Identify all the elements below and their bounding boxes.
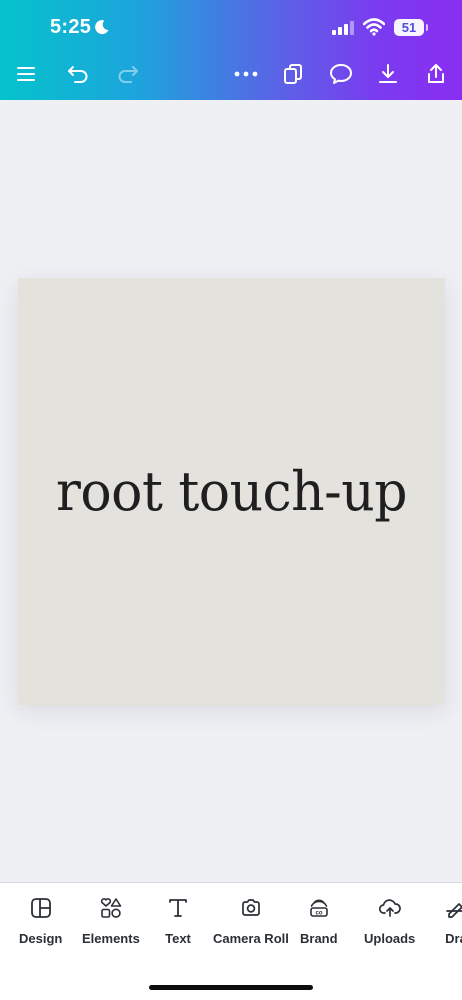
svg-text:co: co (315, 911, 322, 917)
design-page[interactable]: root touch-up (18, 278, 445, 705)
bottom-nav: Design Elements Text Camera Roll co Bran… (0, 882, 462, 1000)
nav-uploads[interactable]: Uploads (364, 895, 415, 955)
nav-draw-label: Dra (445, 931, 462, 946)
draw-icon (443, 895, 462, 921)
app-header: 5:25 51 (0, 0, 462, 100)
more-icon[interactable] (230, 58, 262, 90)
share-icon[interactable] (420, 58, 452, 90)
uploads-icon (377, 895, 403, 921)
nav-camera-roll[interactable]: Camera Roll (213, 895, 289, 955)
canvas-area[interactable]: root touch-up (0, 100, 462, 882)
comment-icon[interactable] (325, 58, 357, 90)
home-indicator (149, 985, 313, 990)
nav-draw[interactable]: Dra (443, 895, 462, 955)
nav-camera-roll-label: Camera Roll (213, 931, 289, 946)
nav-text-label: Text (165, 931, 191, 946)
pages-icon[interactable] (277, 58, 309, 90)
nav-elements[interactable]: Elements (82, 895, 140, 955)
camera-icon (238, 895, 264, 921)
design-icon (28, 895, 54, 921)
undo-icon[interactable] (62, 58, 94, 90)
nav-uploads-label: Uploads (364, 931, 416, 946)
nav-design-label: Design (19, 931, 63, 946)
battery-cap (426, 24, 428, 31)
editor-toolbar (0, 56, 462, 92)
menu-icon[interactable] (10, 58, 42, 90)
wifi-icon (362, 18, 386, 41)
nav-text[interactable]: Text (165, 895, 191, 955)
status-bar: 5:25 51 (0, 0, 462, 56)
text-icon (165, 895, 191, 921)
download-icon[interactable] (372, 58, 404, 90)
nav-brand-label: Brand (300, 931, 338, 946)
nav-elements-label: Elements (82, 931, 140, 946)
design-text[interactable]: root touch-up (56, 460, 408, 523)
redo-icon[interactable] (112, 58, 144, 90)
moon-icon (94, 19, 110, 40)
status-time: 5:25 (50, 16, 92, 38)
signal-icon (332, 21, 354, 40)
brand-icon: co (306, 895, 332, 921)
battery-indicator: 51 (394, 19, 424, 36)
nav-design[interactable]: Design (19, 895, 62, 955)
nav-brand[interactable]: co Brand (300, 895, 338, 955)
elements-icon (98, 895, 124, 921)
